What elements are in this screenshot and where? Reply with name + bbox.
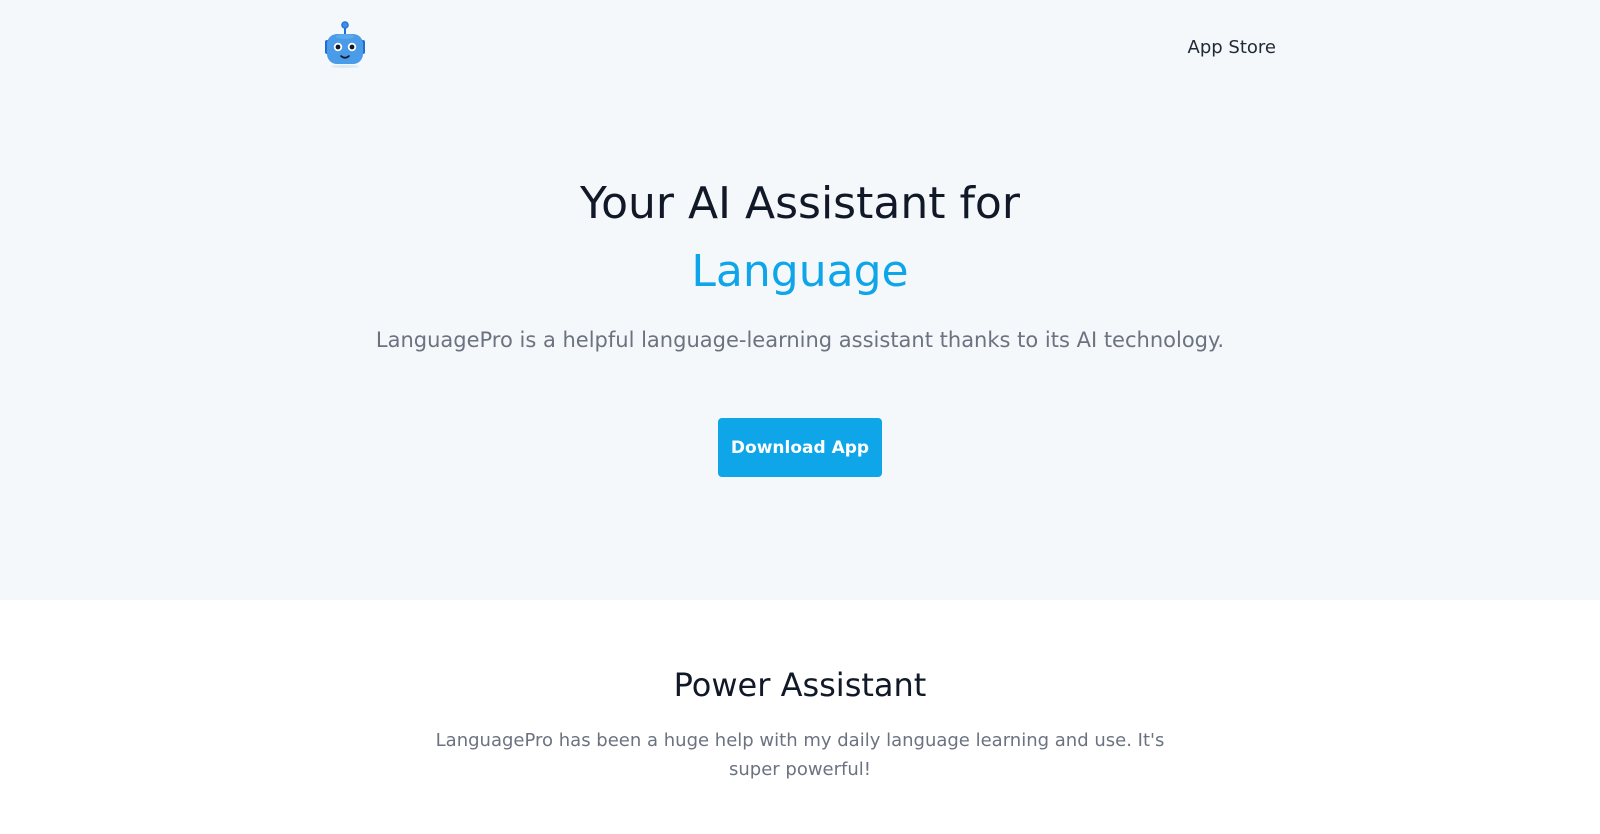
app-store-link[interactable]: App Store: [1160, 36, 1276, 60]
hero-title: Your AI Assistant for: [580, 178, 1020, 229]
top-nav: App Store: [0, 0, 1600, 90]
feature-section: Power Assistant LanguagePro has been a h…: [0, 600, 1600, 834]
hero-section: App Store Your AI Assistant for Language…: [0, 0, 1600, 600]
robot-logo-icon[interactable]: [322, 20, 368, 68]
download-app-button[interactable]: Download App: [718, 418, 882, 477]
feature-title: Power Assistant: [673, 666, 927, 704]
hero-accent-word: Language: [691, 246, 909, 297]
feature-text: LanguagePro has been a huge help with my…: [435, 730, 1165, 780]
hero-subtitle: LanguagePro is a helpful language-learni…: [375, 328, 1225, 352]
